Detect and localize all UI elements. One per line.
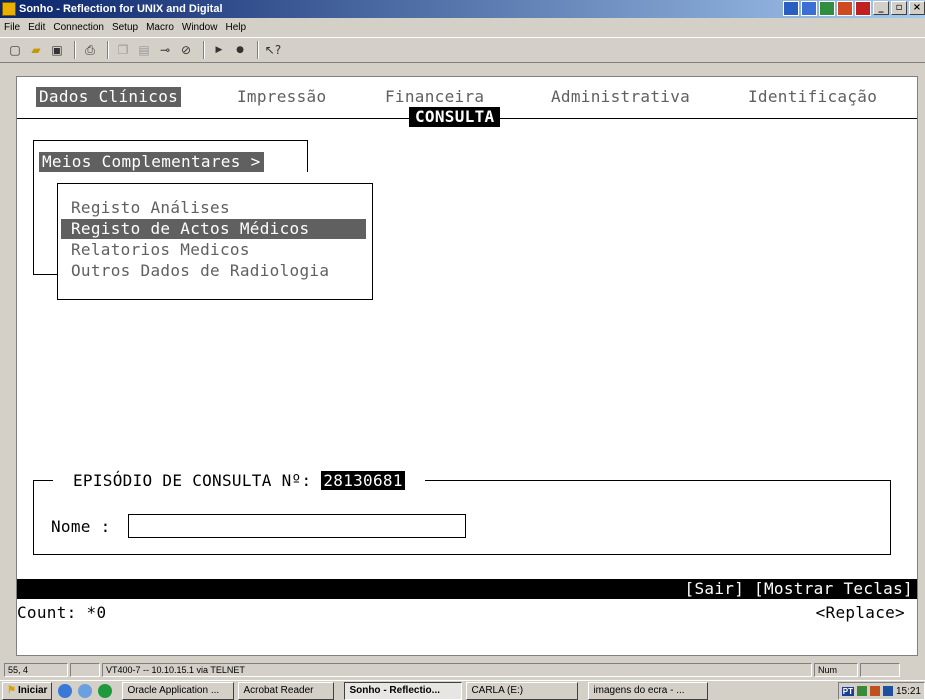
episode-label: EPISÓDIO DE CONSULTA Nº:: [73, 471, 312, 490]
outlook-icon[interactable]: [78, 683, 93, 698]
media-icon[interactable]: [98, 683, 113, 698]
option-registo-actos-medicos[interactable]: Registo de Actos Médicos: [61, 219, 366, 239]
task-carla[interactable]: CARLA (E:): [466, 681, 579, 700]
start-button[interactable]: ⚑ Iniciar: [2, 681, 53, 700]
connect-icon[interactable]: ⊸: [156, 41, 174, 59]
security-icon[interactable]: [869, 686, 880, 696]
acrobat-icon[interactable]: [855, 1, 871, 16]
count-status: Count: *0: [17, 603, 107, 622]
menu-help[interactable]: Help: [221, 22, 250, 33]
task-acrobat[interactable]: Acrobat Reader: [238, 681, 335, 700]
menu-file[interactable]: File: [0, 22, 24, 33]
save-icon[interactable]: ▣: [48, 41, 66, 59]
taskbar-app-icon[interactable]: [783, 1, 799, 16]
reflection-window: Sonho - Reflection for UNIX and Digital …: [0, 0, 925, 700]
toolbar-separator: [257, 41, 259, 59]
task-imagens[interactable]: imagens do ecra - ...: [588, 681, 709, 700]
tab-administrativa[interactable]: Administrativa: [551, 87, 690, 107]
record-icon[interactable]: ●: [231, 41, 249, 59]
replace-status: <Replace>: [815, 603, 905, 622]
title-bar-controls: _ ▫ ×: [783, 1, 925, 16]
episode-label-wrap: EPISÓDIO DE CONSULTA Nº: 28130681: [53, 471, 425, 491]
submenu-bottom-border: [33, 274, 57, 275]
start-label: Iniciar: [17, 685, 48, 696]
function-keys[interactable]: [Sair] [Mostrar Teclas]: [685, 579, 913, 599]
close-button[interactable]: ×: [909, 1, 925, 15]
tab-identificacao[interactable]: Identificação: [748, 87, 877, 107]
option-outros-dados-radiologia[interactable]: Outros Dados de Radiologia: [71, 261, 329, 281]
task-sonho[interactable]: Sonho - Reflectio...: [344, 681, 463, 700]
powerpoint-icon[interactable]: [837, 1, 853, 16]
submenu-top-border: [33, 140, 308, 141]
tab-financeira[interactable]: Financeira: [385, 87, 484, 107]
section-title: CONSULTA: [409, 107, 501, 127]
terminal-screen[interactable]: Dados Clínicos Impressão Financeira Admi…: [16, 76, 918, 656]
disconnect-icon[interactable]: ⊘: [177, 41, 195, 59]
function-key-bar: [Sair] [Mostrar Teclas]: [17, 579, 917, 599]
word-icon[interactable]: [801, 1, 817, 16]
copy-icon[interactable]: ❐: [114, 41, 132, 59]
print-icon[interactable]: ⎙: [81, 41, 99, 59]
window-title: Sonho - Reflection for UNIX and Digital: [19, 3, 223, 15]
submenu-meios-complementares[interactable]: Meios Complementares >: [39, 152, 264, 172]
submenu-left-border: [33, 140, 34, 275]
terminal-scrollbar[interactable]: [917, 76, 925, 656]
network-icon[interactable]: [856, 686, 867, 696]
connection-status: VT400-7 -- 10.10.15.1 via TELNET: [102, 663, 812, 677]
tab-impressao[interactable]: Impressão: [237, 87, 326, 107]
system-tray: PT 15:21: [837, 682, 925, 700]
menu-connection[interactable]: Connection: [49, 22, 108, 33]
menu-edit[interactable]: Edit: [24, 22, 49, 33]
episode-number: 28130681: [321, 471, 405, 490]
task-oracle[interactable]: Oracle Application ...: [122, 681, 235, 700]
num-lock-status: Num: [814, 663, 858, 677]
new-icon[interactable]: ▢: [6, 41, 24, 59]
option-relatorios-medicos[interactable]: Relatorios Medicos: [71, 240, 250, 260]
open-icon[interactable]: ▰: [27, 41, 45, 59]
status-pane-empty: [70, 663, 100, 677]
language-indicator[interactable]: PT: [841, 686, 854, 696]
toolbar-separator: [107, 41, 109, 59]
play-icon[interactable]: ▶: [210, 41, 228, 59]
toolbar-separator: [203, 41, 205, 59]
minimize-button[interactable]: _: [873, 1, 889, 15]
submenu-right-border: [307, 140, 308, 172]
title-bar: Sonho - Reflection for UNIX and Digital …: [0, 0, 925, 18]
status-pane-extra: [860, 663, 900, 677]
paste-icon[interactable]: ▤: [135, 41, 153, 59]
ie-icon[interactable]: [58, 683, 73, 698]
nome-field[interactable]: [128, 514, 466, 538]
menu-window[interactable]: Window: [178, 22, 222, 33]
toolbar: ▢ ▰ ▣ ⎙ ❐ ▤ ⊸ ⊘ ▶ ● ↖?: [0, 37, 925, 63]
tab-dados-clinicos[interactable]: Dados Clínicos: [36, 87, 182, 107]
taskbar: ⚑ Iniciar Oracle Application ... Acrobat …: [0, 680, 925, 700]
option-registo-analises[interactable]: Registo Análises: [71, 198, 230, 218]
menu-macro[interactable]: Macro: [142, 22, 178, 33]
toolbar-separator: [74, 41, 76, 59]
windows-logo-icon: ⚑: [7, 685, 16, 696]
cursor-position: 55, 4: [4, 663, 68, 677]
nome-label: Nome :: [51, 517, 111, 536]
volume-icon[interactable]: [882, 686, 893, 696]
clock: 15:21: [895, 685, 921, 697]
restore-button[interactable]: ▫: [891, 1, 907, 15]
app-icon: [2, 2, 16, 16]
status-bar: 55, 4 VT400-7 -- 10.10.15.1 via TELNET N…: [0, 662, 925, 678]
excel-icon[interactable]: [819, 1, 835, 16]
help-pointer-icon[interactable]: ↖?: [264, 41, 282, 59]
menu-bar: File Edit Connection Setup Macro Window …: [0, 18, 925, 36]
menu-setup[interactable]: Setup: [108, 22, 142, 33]
